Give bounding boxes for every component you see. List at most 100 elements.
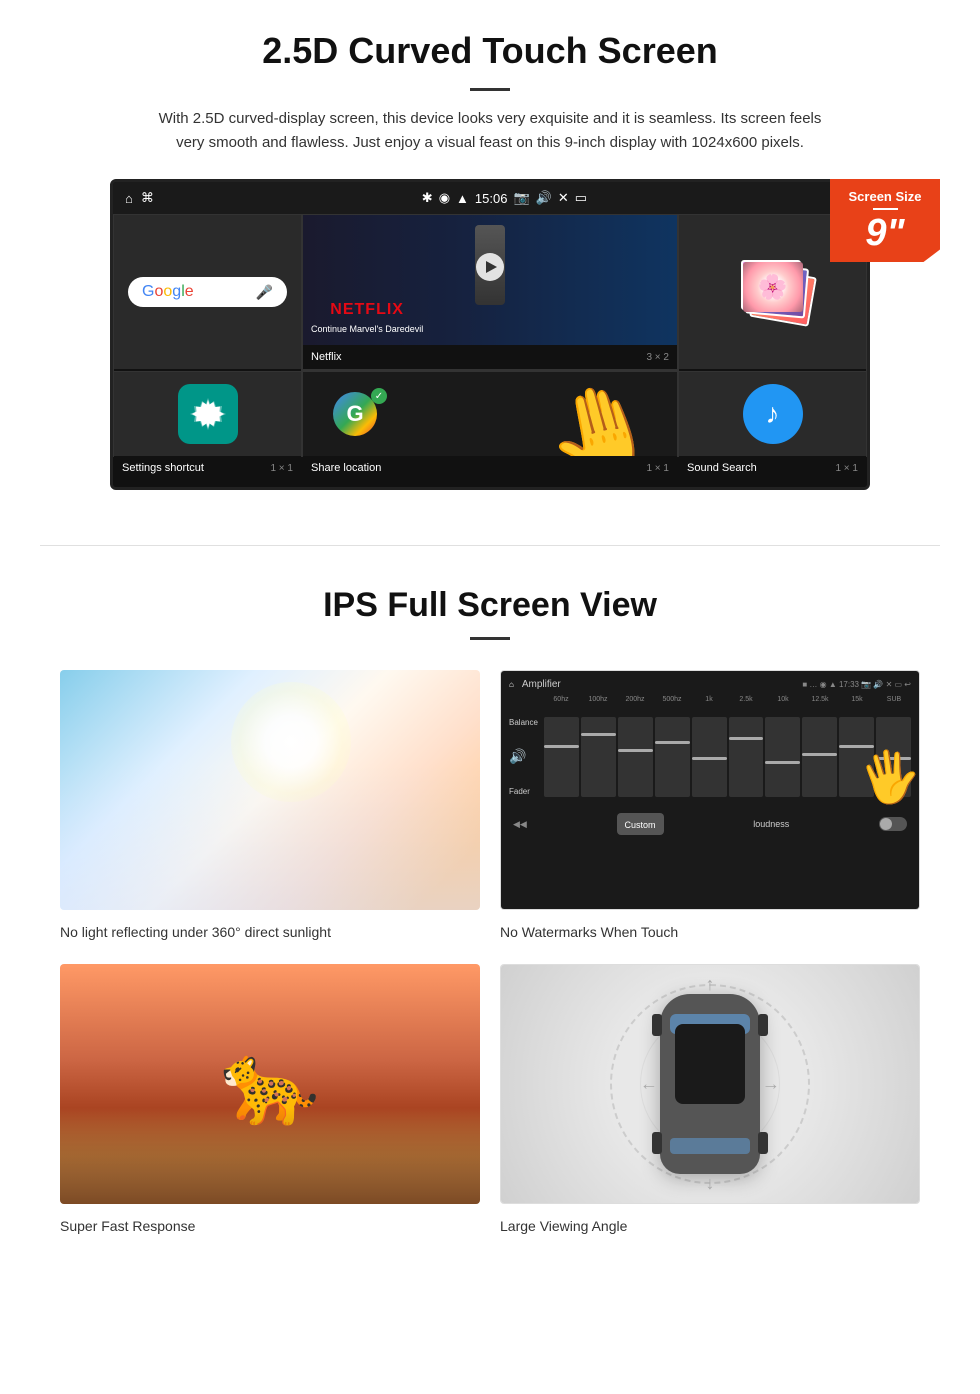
sky-gradient <box>60 766 480 910</box>
cheetah-visual: 🐆 <box>60 964 480 1204</box>
netflix-label-row: Netflix 3 × 2 <box>303 345 677 369</box>
settings-icon-wrap <box>178 384 238 444</box>
eq-bar-2[interactable] <box>581 717 616 797</box>
feature-angle: ↑ ↓ ← → Large Viewing Angle <box>500 964 920 1238</box>
g-maps-icon: G ✓ <box>333 392 383 442</box>
netflix-subtitle: Continue Marvel's Daredevil <box>311 324 423 334</box>
eq-thumb-8 <box>802 753 837 756</box>
status-bar: ⌂ ⌘ ✱ ◉ ▲ 15:06 📷 🔊 ✕ ▭ <box>113 182 867 214</box>
device-outer: ⌂ ⌘ ✱ ◉ ▲ 15:06 📷 🔊 ✕ ▭ <box>110 179 870 490</box>
amp-toggle[interactable] <box>879 817 907 831</box>
app-cell-maps[interactable]: G ✓ 🤚 Share loc <box>302 371 678 457</box>
arrow-left: ← <box>640 1074 658 1095</box>
netflix-title: NETFLIX <box>311 301 423 319</box>
wheel-fr <box>758 1014 768 1036</box>
amp-header: ⌂ Amplifier ■ … ◉ ▲ 17:33 📷 🔊 ✕ ▭ ↩ <box>509 679 911 690</box>
netflix-bg: NETFLIX Continue Marvel's Daredevil <box>303 215 677 345</box>
eq-thumb-9 <box>839 745 874 748</box>
badge-size: 9" <box>865 212 904 254</box>
netflix-label-text: Netflix <box>311 351 342 363</box>
app-cell-google[interactable]: Google 🎤 Google 3 × 1 <box>113 214 302 370</box>
amp-home-icon: ⌂ <box>509 680 514 689</box>
section-divider <box>40 545 940 546</box>
amp-bottom: ◀◀ Custom loudness <box>509 813 911 835</box>
amp-status: ■ … ◉ ▲ 17:33 📷 🔊 ✕ ▭ ↩ <box>802 680 911 689</box>
amp-hand-icon: 🖐 <box>854 743 919 812</box>
eq-thumb-4 <box>655 741 690 744</box>
eq-thumb-2 <box>581 733 616 736</box>
arrow-right: → <box>762 1074 780 1095</box>
amp-toggle-knob <box>880 818 892 830</box>
eq-sliders: 🖐 <box>544 707 911 807</box>
cheetah-image: 🐆 <box>60 964 480 1204</box>
amp-loudness-label: loudness <box>753 819 789 829</box>
music-note-icon: ♪ <box>766 398 780 430</box>
section2-title: IPS Full Screen View <box>60 586 920 625</box>
app-cell-music[interactable]: ♪ Sound Search 1 × 1 <box>678 371 867 457</box>
fader-label: Fader <box>509 787 538 796</box>
time-display: 15:06 <box>475 191 508 206</box>
wifi-icon: ▲ <box>456 191 469 206</box>
eq-thumb-5 <box>692 757 727 760</box>
arrow-bottom: ↓ <box>706 1173 715 1194</box>
car-body <box>660 994 760 1174</box>
mic-icon[interactable]: 🎤 <box>256 284 273 301</box>
ground-shadow <box>60 1108 480 1204</box>
close-icon: ✕ <box>558 190 569 206</box>
status-left: ⌂ ⌘ <box>125 190 154 206</box>
app-cell-settings[interactable]: Settings shortcut 1 × 1 <box>113 371 302 457</box>
car-top-view: ↑ ↓ ← → <box>660 994 760 1174</box>
section1-underline <box>470 88 510 91</box>
badge-label: Screen Size <box>840 189 930 204</box>
status-center: ✱ ◉ ▲ 15:06 📷 🔊 ✕ ▭ <box>422 190 587 206</box>
section1: 2.5D Curved Touch Screen With 2.5D curve… <box>0 0 980 515</box>
feature-watermark: ⌂ Amplifier ■ … ◉ ▲ 17:33 📷 🔊 ✕ ▭ ↩ 60hz… <box>500 670 920 944</box>
eq-bar-7[interactable] <box>765 717 800 797</box>
eq-thumb-3 <box>618 749 653 752</box>
eq-bar-6[interactable] <box>729 717 764 797</box>
amp-custom-label: Custom <box>625 820 656 830</box>
car-rear-window <box>670 1138 750 1154</box>
eq-thumb-7 <box>765 761 800 764</box>
amp-controls: Balance 🔊 Fader <box>509 707 911 807</box>
settings-size: 1 × 1 <box>270 463 293 474</box>
volume-icon: 🔊 <box>536 190 552 206</box>
google-search-bar[interactable]: Google 🎤 <box>128 277 287 307</box>
home-icon[interactable]: ⌂ <box>125 191 133 206</box>
checkmark-badge: ✓ <box>371 388 387 404</box>
window-icon: ▭ <box>575 190 587 206</box>
music-size: 1 × 1 <box>835 463 858 474</box>
settings-label: Settings shortcut <box>122 462 204 474</box>
feature2-caption: No Watermarks When Touch <box>500 920 920 944</box>
device-screen: ⌂ ⌘ ✱ ◉ ▲ 15:06 📷 🔊 ✕ ▭ <box>110 179 870 490</box>
feature3-caption: Super Fast Response <box>60 1214 480 1238</box>
eq-bar-4[interactable] <box>655 717 690 797</box>
eq-bar-1[interactable] <box>544 717 579 797</box>
amp-back-icon[interactable]: ◀◀ <box>513 819 527 830</box>
hand-pointing-icon: 🤚 <box>533 372 668 456</box>
settings-thumbnail <box>114 372 301 456</box>
usb-icon: ⌘ <box>141 190 154 206</box>
flower-image: 🌸 <box>743 262 803 312</box>
music-icon-wrap: ♪ <box>743 384 803 444</box>
play-button[interactable] <box>476 253 504 281</box>
app-row-2: Settings shortcut 1 × 1 G <box>113 371 867 457</box>
wheel-rl <box>652 1132 662 1154</box>
wheel-fl <box>652 1014 662 1036</box>
gallery-card-3: 🌸 <box>741 260 801 310</box>
app-row-1: Google 🎤 Google 3 × 1 <box>113 214 867 371</box>
settings-label-row: Settings shortcut 1 × 1 <box>114 456 301 480</box>
sunlight-visual <box>60 670 480 910</box>
g-circle: G <box>333 392 377 436</box>
amp-custom-btn[interactable]: Custom <box>617 813 664 835</box>
page: 2.5D Curved Touch Screen With 2.5D curve… <box>0 0 980 1268</box>
eq-bar-5[interactable] <box>692 717 727 797</box>
eq-bar-8[interactable] <box>802 717 837 797</box>
eq-bars: 🖐 <box>544 717 911 797</box>
amplifier-image: ⌂ Amplifier ■ … ◉ ▲ 17:33 📷 🔊 ✕ ▭ ↩ 60hz… <box>500 670 920 910</box>
section1-title: 2.5D Curved Touch Screen <box>60 30 920 72</box>
feature4-caption: Large Viewing Angle <box>500 1214 920 1238</box>
eq-bar-3[interactable] <box>618 717 653 797</box>
amp-visual: ⌂ Amplifier ■ … ◉ ▲ 17:33 📷 🔊 ✕ ▭ ↩ 60hz… <box>501 671 919 909</box>
app-cell-netflix[interactable]: NETFLIX Continue Marvel's Daredevil Netf… <box>302 214 678 370</box>
